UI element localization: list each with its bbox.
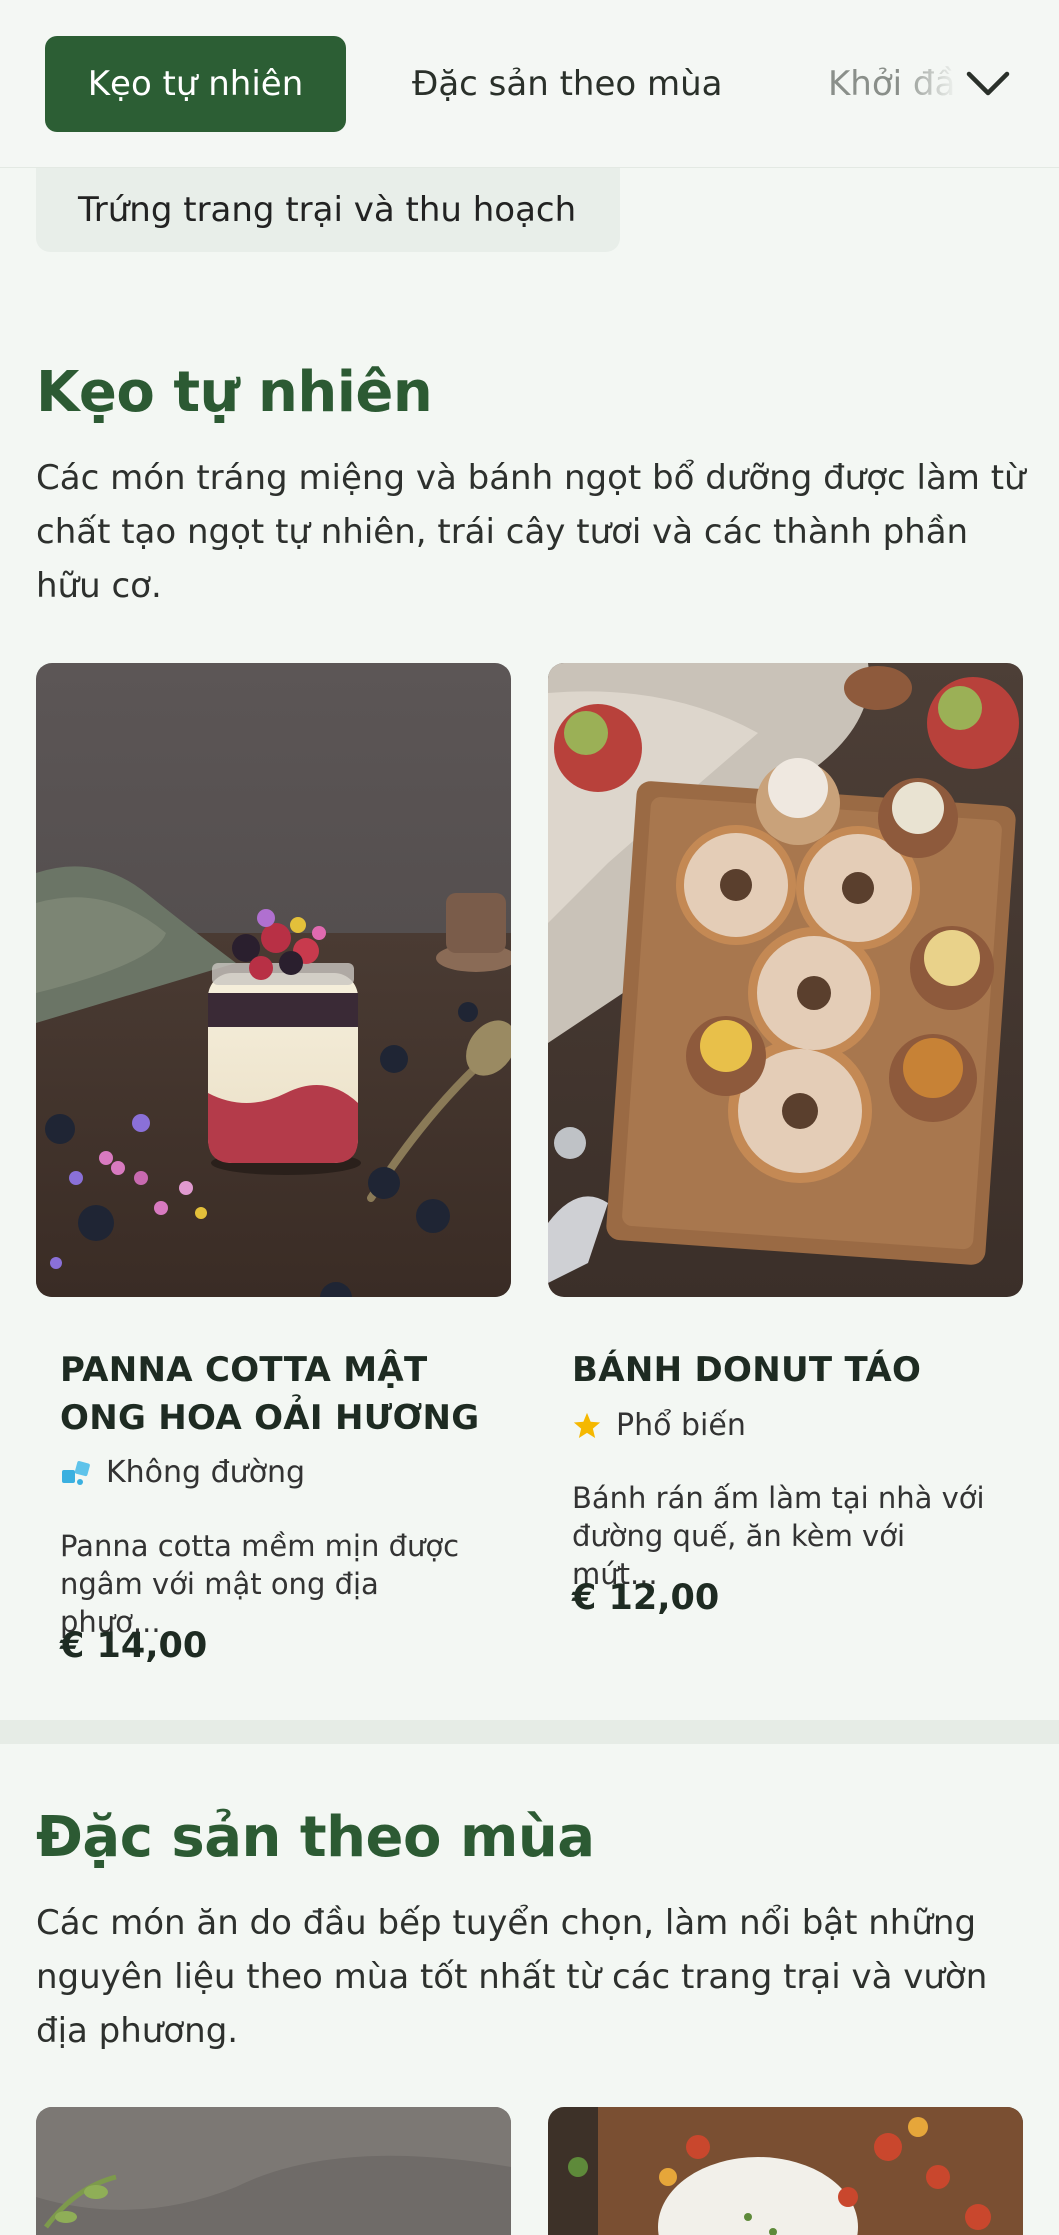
- card-title[interactable]: PANNA COTTA MẬT ONG HOA OẢI HƯƠNG: [60, 1346, 480, 1442]
- sugar-cubes-icon: [60, 1458, 92, 1488]
- card-description: Panna cotta mềm mịn được ngâm với mật on…: [60, 1529, 460, 1639]
- section-description: Các món ăn do đầu bếp tuyển chọn, làm nổ…: [36, 1903, 988, 2051]
- section-divider: [0, 1720, 1059, 1744]
- category-pill-trung-trang-trai[interactable]: Trứng trang trại và thu hoạch: [36, 168, 620, 252]
- popular-badge: Phổ biến: [572, 1408, 746, 1443]
- badge-label: Không đường: [106, 1455, 306, 1490]
- seasonal-dish-image[interactable]: [36, 2107, 511, 2235]
- section-title: Kẹo tự nhiên: [36, 360, 433, 425]
- category-nav: Kẹo tự nhiên Đặc sản theo mùa Khởi đầu: [0, 0, 1059, 168]
- tab-dac-san-theo-mua[interactable]: Đặc sản theo mùa: [412, 36, 723, 132]
- card-title[interactable]: BÁNH DONUT TÁO: [572, 1346, 992, 1394]
- section-title: Đặc sản theo mùa: [36, 1805, 595, 1870]
- tab-khoi-dau[interactable]: Khởi đầu: [828, 36, 958, 132]
- badge-label: Phổ biến: [616, 1408, 746, 1443]
- star-icon: [572, 1411, 602, 1441]
- card-price: € 12,00: [572, 1578, 720, 1618]
- card-price: € 14,00: [60, 1626, 208, 1666]
- chevron-down-icon[interactable]: [962, 58, 1014, 110]
- sugar-free-badge: Không đường: [60, 1455, 305, 1490]
- section-description: Các món tráng miệng và bánh ngọt bổ dưỡn…: [36, 458, 1026, 606]
- panna-cotta-image[interactable]: [36, 663, 511, 1297]
- tab-keo-tu-nhien[interactable]: Kẹo tự nhiên: [45, 36, 346, 132]
- apple-donut-image[interactable]: [548, 663, 1023, 1297]
- card-description: Bánh rán ấm làm tại nhà với đường quế, ă…: [572, 1481, 985, 1591]
- seasonal-dish-image[interactable]: [548, 2107, 1023, 2235]
